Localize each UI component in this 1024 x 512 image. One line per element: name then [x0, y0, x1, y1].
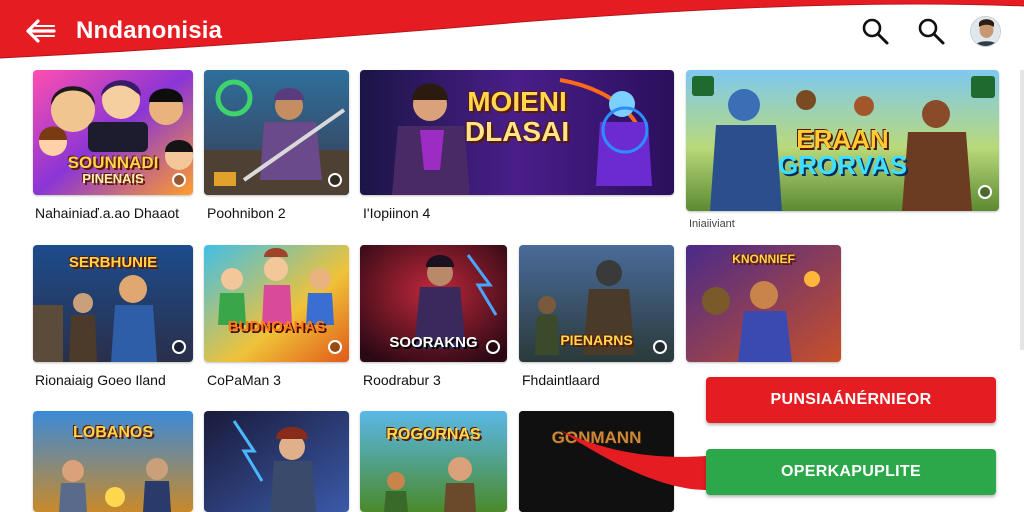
tile-label: Poohnibon 2	[207, 205, 286, 221]
search-icon[interactable]	[860, 16, 890, 46]
game-tile[interactable]: SOORAKNG	[360, 245, 507, 362]
tile-sublabel: Iniaiiviant	[689, 218, 735, 230]
tile-title: MOIENI	[467, 86, 567, 117]
game-artwork	[204, 70, 349, 195]
primary-action-button[interactable]: PUNSIAÁNÉRNIEOR	[706, 377, 996, 423]
tile-title: BUDNOAHAS	[227, 318, 326, 335]
tile-title: ROGORNAS	[386, 426, 481, 443]
play-badge-icon	[978, 185, 992, 199]
app-screen: Nndanonisia SOUNNADI PINENAIS MOIENI DLA…	[0, 0, 1024, 512]
tile-title: PIENARNS	[560, 332, 633, 348]
play-badge-icon	[653, 340, 667, 354]
tile-label: CoPaMan 3	[207, 372, 281, 388]
tile-label: Nahainiaď.a.ao Dhaaot	[35, 205, 180, 221]
game-tile[interactable]: ROGORNAS	[360, 411, 507, 512]
game-tile[interactable]: SERBHUNIE	[33, 245, 193, 362]
tile-label: I'Iopiinon 4	[363, 205, 431, 221]
scrollbar[interactable]	[1020, 70, 1024, 350]
game-tile[interactable]: SOUNNADI PINENAIS	[33, 70, 193, 195]
game-tile[interactable]	[204, 70, 349, 195]
play-badge-icon	[172, 173, 186, 187]
search-icon[interactable]	[916, 16, 946, 46]
game-tile[interactable]: PIENARNS	[519, 245, 674, 362]
game-tile[interactable]: LOBANOS	[33, 411, 193, 512]
tile-title: KNONNIEF	[732, 252, 795, 266]
tile-title: SERBHUNIE	[68, 254, 158, 271]
tile-label: Roodrabur 3	[363, 372, 441, 388]
tile-title: ERAAN	[796, 124, 889, 154]
tile-subtitle: GRORVAS	[777, 150, 908, 180]
tile-title: SOORAKNG	[389, 334, 478, 351]
game-tile[interactable]	[204, 411, 349, 512]
game-artwork	[204, 411, 349, 512]
tile-title: LOBANOS	[73, 424, 153, 441]
avatar[interactable]	[970, 16, 1001, 47]
play-badge-icon	[172, 340, 186, 354]
tile-title: SOUNNADI	[67, 153, 159, 172]
play-badge-icon	[328, 173, 342, 187]
tile-subtitle: PINENAIS	[82, 171, 144, 186]
tile-label: Fhdaintlaard	[522, 372, 600, 388]
game-tile[interactable]: BUDNOAHAS	[204, 245, 349, 362]
game-tile[interactable]: MOIENI DLASAI	[360, 70, 674, 195]
tile-label: Rionaiaig Goeo Iland	[35, 372, 166, 388]
decorative-swoosh	[560, 430, 706, 490]
game-tile[interactable]: ERAAN GRORVAS	[686, 70, 999, 211]
game-tile[interactable]: KNONNIEF	[686, 245, 841, 362]
back-arrow-icon[interactable]	[24, 16, 58, 46]
play-badge-icon	[486, 340, 500, 354]
app-title: Nndanonisia	[76, 17, 223, 44]
play-badge-icon	[328, 340, 342, 354]
tile-subtitle: DLASAI	[464, 116, 570, 147]
secondary-action-button[interactable]: OPERKAPUPLITE	[706, 449, 996, 495]
